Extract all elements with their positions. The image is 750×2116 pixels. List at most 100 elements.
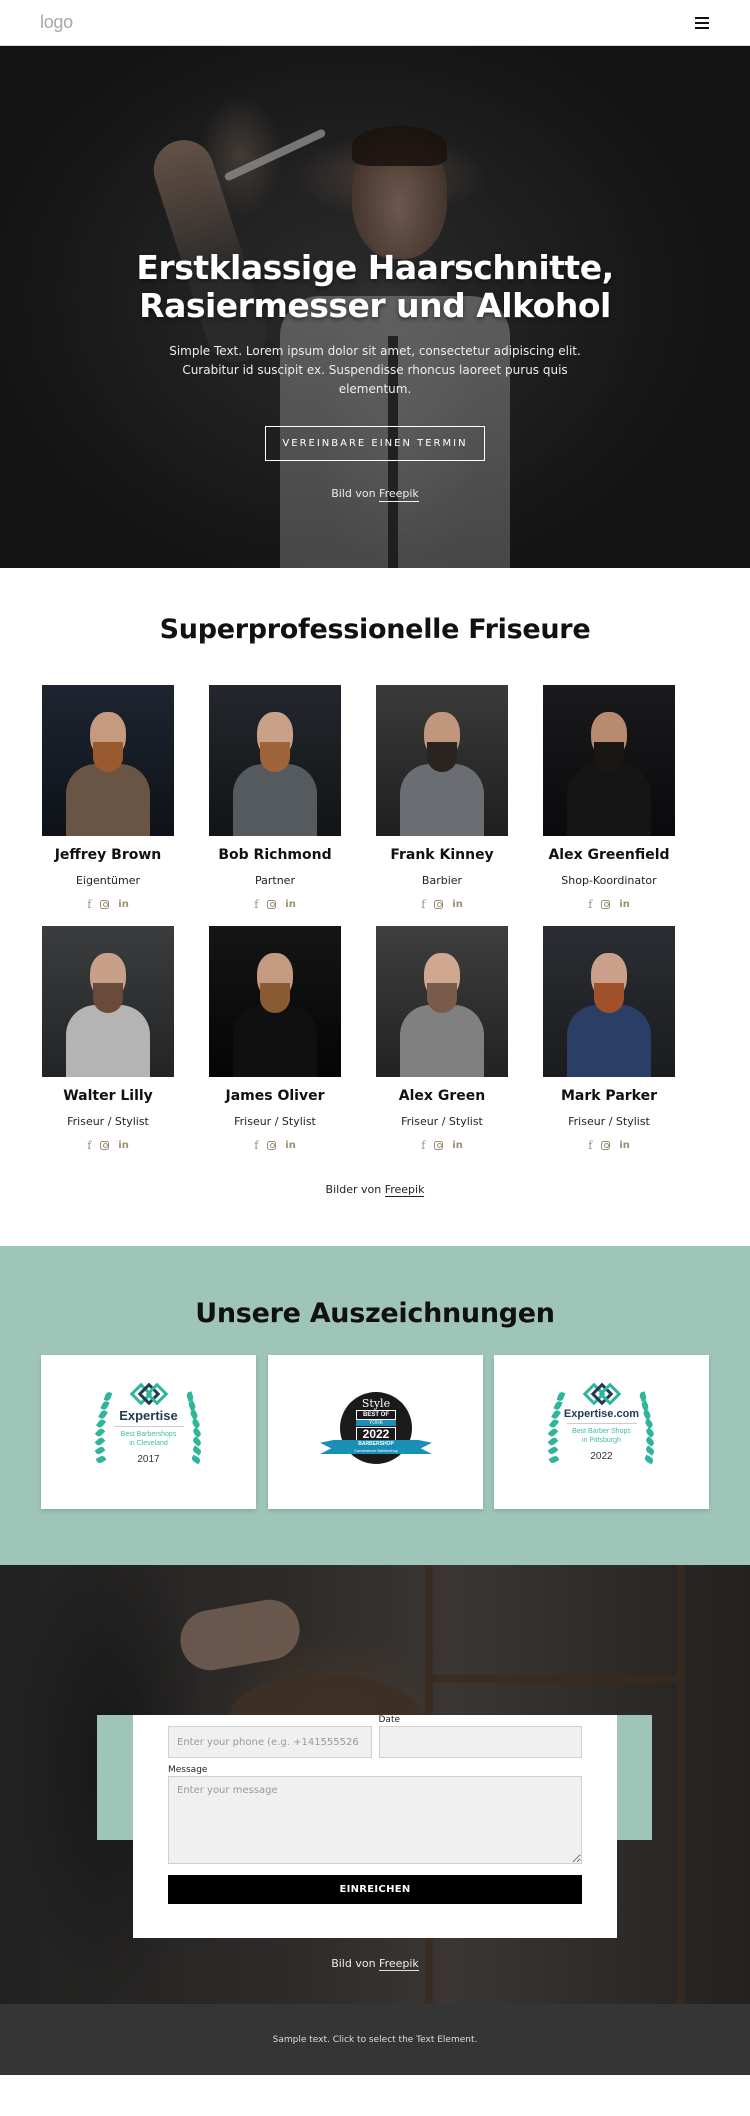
credit-prefix: Bild von [331,487,376,500]
team-member-role: Shop-Koordinator [561,874,657,887]
team-member-name: James Oliver [225,1088,325,1104]
award-card: Expertise Best Barbershops in Cleveland 2… [41,1355,256,1509]
hero-section: Erstklassige Haarschnitte, Rasiermesser … [0,46,750,568]
hero-content: Erstklassige Haarschnitte, Rasiermesser … [0,249,750,502]
award-divider [566,1423,637,1424]
linkedin-icon[interactable]: in [118,899,129,910]
contact-image-credit: Bild von Freepik [0,1957,750,1971]
team-member-role: Friseur / Stylist [67,1115,149,1128]
hero-title-line-1: Erstklassige Haarschnitte, [136,248,614,287]
hero-text: Simple Text. Lorem ipsum dolor sit amet,… [169,344,581,396]
badge-ribbon: BARBERSHOP Cornerstone Barbershop [320,1440,432,1454]
facebook-icon[interactable]: f [421,898,425,911]
photo-body [399,763,485,836]
message-textarea[interactable] [168,1776,582,1864]
submit-button[interactable]: EINREICHEN [168,1875,582,1904]
contact-form: Date Message EINREICHEN [133,1715,617,1938]
team-member-card: Alex Greenfield Shop-Koordinator f in [543,685,675,911]
social-links: f in [209,1138,341,1152]
hero-title: Erstklassige Haarschnitte, Rasiermesser … [0,249,750,325]
award-card: Style BEST OF YORK 2022 BARBERSHOP Corne… [267,1355,483,1509]
logo[interactable]: logo [40,12,73,33]
phone-label [168,1715,372,1726]
date-field-wrapper: Date [378,1715,582,1758]
team-member-photo [42,926,174,1077]
badge-city: YORK [356,1420,396,1426]
laurel-leaf-icon [547,1427,559,1438]
laurel-right-icon [183,1391,205,1472]
expertise-badge-pittsburgh: Expertise.com Best Barber Shops in Pittsb… [542,1382,662,1482]
laurel-leaf-icon [94,1445,106,1456]
instagram-icon[interactable] [267,1140,277,1150]
instagram-icon[interactable] [100,899,110,909]
laurel-leaf-icon [94,1436,105,1447]
badge-year: 2022 [356,1427,396,1442]
instagram-icon[interactable] [601,1140,611,1150]
team-title: Superprofessionelle Friseure [159,614,591,645]
awards-title: Unsere Auszeichnungen [195,1298,555,1329]
social-links: f in [209,897,341,911]
team-member-photo [376,685,508,836]
award-divider [113,1426,184,1427]
expertise-logo-icon [127,1382,171,1406]
freepik-link[interactable]: Freepik [379,1957,419,1971]
facebook-icon[interactable]: f [421,1139,425,1152]
expertise-badge-cleveland: Expertise Best Barbershops in Cleveland 2… [89,1382,209,1482]
instagram-icon[interactable] [434,1140,444,1150]
team-member-role: Partner [255,874,295,887]
photo-body [232,1004,318,1077]
team-member-role: Eigentümer [75,874,141,887]
laurel-left-icon [546,1391,568,1472]
linkedin-icon[interactable]: in [285,899,296,910]
team-member-photo [42,685,174,836]
laurel-right-icon [636,1391,658,1472]
facebook-icon[interactable]: f [588,1139,592,1152]
photo-body [65,763,151,836]
social-links: f in [376,1138,508,1152]
team-member-card: Frank Kinney Barbier f in [376,685,508,911]
team-member-name: Mark Parker [560,1088,658,1104]
team-member-role: Barbier [421,874,463,887]
linkedin-icon[interactable]: in [619,1140,630,1151]
phone-input[interactable] [168,1726,372,1758]
linkedin-icon[interactable]: in [619,899,630,910]
facebook-icon[interactable]: f [254,1139,258,1152]
team-member-role: Friseur / Stylist [234,1115,316,1128]
hamburger-menu-icon[interactable] [695,16,709,29]
team-member-name: Walter Lilly [63,1088,153,1104]
laurel-leaf-icon [553,1400,563,1411]
awards-grid: Expertise Best Barbershops in Cleveland 2… [41,1355,709,1509]
site-header: logo [0,0,750,46]
facebook-icon[interactable]: f [87,898,91,911]
team-member-name: Alex Green [398,1088,486,1104]
social-links: f in [42,897,174,911]
linkedin-icon[interactable]: in [118,1140,129,1151]
instagram-icon[interactable] [434,899,444,909]
facebook-icon[interactable]: f [254,898,258,911]
book-appointment-button[interactable]: VEREINBARE EINEN TERMIN [265,426,485,461]
menu-line [695,21,709,24]
photo-body [566,1004,652,1077]
laurel-leaf-icon [95,1454,107,1465]
linkedin-icon[interactable]: in [452,1140,463,1151]
facebook-icon[interactable]: f [87,1139,91,1152]
form-row: Date [168,1715,582,1758]
team-member-photo [209,685,341,836]
linkedin-icon[interactable]: in [452,899,463,910]
awards-section: Unsere Auszeichnungen Expertise Best Bar… [0,1246,750,1565]
instagram-icon[interactable] [601,899,611,909]
team-section: Superprofessionelle Friseure Jeffrey Bro… [0,568,750,1246]
photo-body [232,763,318,836]
badge-brand: Style [361,1397,391,1410]
freepik-link[interactable]: Freepik [384,1183,425,1197]
date-input[interactable] [378,1726,582,1758]
freepik-link[interactable]: Freepik [379,487,419,502]
team-member-card: Alex Green Friseur / Stylist f in [376,926,508,1152]
facebook-icon[interactable]: f [588,898,592,911]
instagram-icon[interactable] [267,899,277,909]
instagram-icon[interactable] [100,1140,110,1150]
laurel-leaf-icon [643,1454,655,1465]
team-member-name: Alex Greenfield [548,847,670,863]
social-links: f in [543,1138,675,1152]
linkedin-icon[interactable]: in [285,1140,296,1151]
